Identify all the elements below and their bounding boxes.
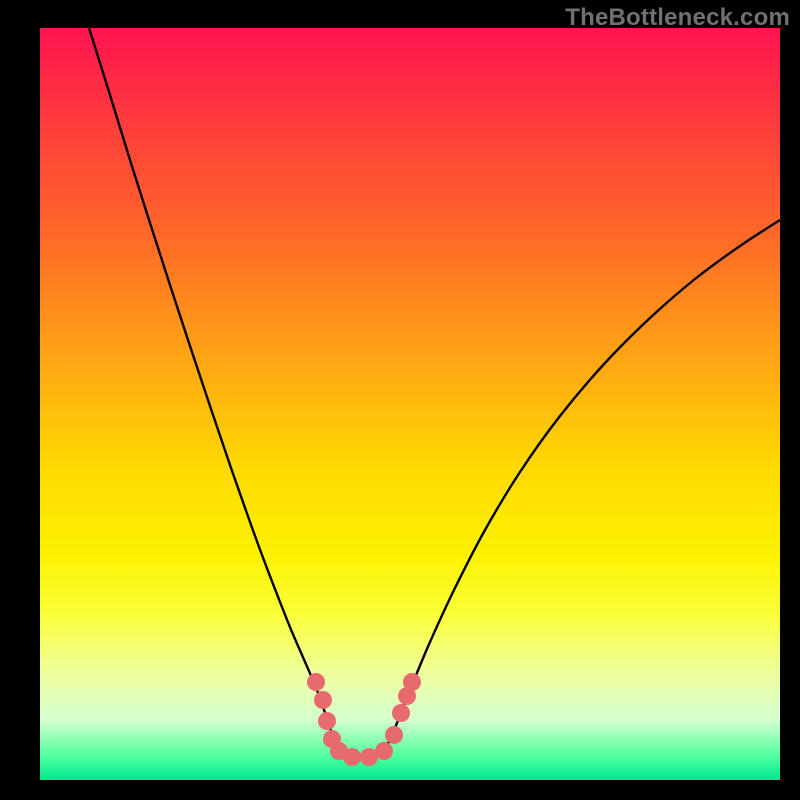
- marker-dot: [343, 748, 361, 766]
- marker-dot: [385, 726, 403, 744]
- marker-dot: [314, 691, 332, 709]
- chart-frame: TheBottleneck.com: [0, 0, 800, 800]
- curve-svg: [40, 28, 780, 780]
- curve-right: [395, 220, 780, 728]
- plot-area: [40, 28, 780, 780]
- marker-dot: [375, 742, 393, 760]
- curve-left: [89, 28, 330, 728]
- marker-dot: [318, 712, 336, 730]
- marker-dot: [307, 673, 325, 691]
- marker-dot: [403, 673, 421, 691]
- marker-dot: [392, 704, 410, 722]
- marker-dots: [307, 673, 421, 766]
